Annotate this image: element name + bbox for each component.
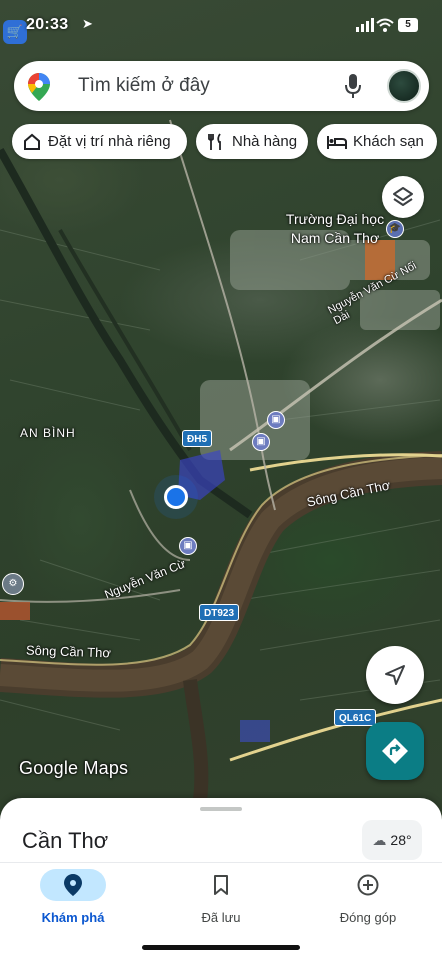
gear-service-icon[interactable]: ⚙ (2, 573, 24, 595)
nav-explore[interactable]: Khám phá (18, 869, 128, 939)
wifi-icon (376, 18, 394, 32)
weather-temperature: 28° (390, 832, 412, 848)
map-label-university[interactable]: Trường Đại học Nam Cần Thơ (270, 210, 400, 248)
hotel-icon (327, 132, 347, 152)
microphone-icon[interactable] (345, 74, 361, 98)
city-name: Cần Thơ (22, 828, 109, 853)
search-bar[interactable]: Tìm kiếm ở đây (14, 61, 429, 111)
chip-home[interactable]: Đặt vị trí nhà riêng (12, 124, 187, 159)
map-label-river-2: Sông Cần Thơ (25, 642, 112, 661)
chip-hotels[interactable]: Khách sạn (317, 124, 437, 159)
sheet-drag-handle[interactable] (200, 807, 242, 811)
home-indicator[interactable] (142, 945, 300, 950)
directions-button[interactable] (366, 722, 424, 780)
explore-pin-icon (64, 874, 82, 896)
google-maps-logo: Google Maps (19, 758, 129, 778)
status-time: 20:33 (26, 16, 69, 33)
home-icon (22, 132, 42, 152)
my-location-button[interactable] (366, 646, 424, 704)
route-shield-dt923: DT923 (199, 604, 240, 621)
chip-restaurants[interactable]: Nhà hàng (196, 124, 308, 159)
bus-stop-icon[interactable]: ▣ (267, 411, 285, 429)
chip-restaurants-label: Nhà hàng (232, 133, 298, 150)
weather-cloud-icon: ☁ (372, 831, 387, 848)
layers-button[interactable] (382, 176, 424, 218)
navigation-arrow-icon (385, 665, 405, 685)
battery-icon: 5 (398, 18, 418, 32)
nav-saved-label: Đã lưu (201, 910, 241, 925)
nav-saved[interactable]: Đã lưu (166, 869, 276, 939)
status-bar: 🛒 20:33 ➤ 5 (0, 0, 442, 50)
university-icon[interactable]: 🎓 (386, 220, 404, 238)
chip-hotels-label: Khách sạn (353, 133, 424, 150)
location-arrow-icon: ➤ (82, 16, 93, 31)
nav-contribute-label: Đóng góp (339, 910, 397, 925)
directions-icon (382, 738, 408, 764)
route-shield-dh5: ĐH5 (182, 430, 213, 447)
route-shield-ql61c: QL61C (334, 709, 377, 726)
chip-home-label: Đặt vị trí nhà riêng (48, 133, 171, 150)
bus-stop-icon[interactable]: ▣ (252, 433, 270, 451)
signal-icon (356, 18, 374, 32)
nav-explore-label: Khám phá (41, 910, 105, 925)
map-label-area: AN BÌNH (20, 426, 76, 440)
weather-chip[interactable]: ☁ 28° (362, 820, 422, 860)
restaurant-icon (206, 132, 226, 152)
bookmark-icon (214, 875, 228, 895)
bus-stop-icon[interactable]: ▣ (179, 537, 197, 555)
google-maps-pin-icon (28, 73, 50, 101)
layers-icon (393, 187, 413, 206)
profile-avatar[interactable] (387, 69, 421, 103)
search-input[interactable]: Tìm kiếm ở đây (78, 75, 210, 97)
add-circle-icon (357, 874, 379, 896)
cart-app-icon: 🛒 (3, 20, 27, 44)
nav-contribute[interactable]: Đóng góp (313, 869, 423, 939)
my-location-dot[interactable] (164, 485, 188, 509)
